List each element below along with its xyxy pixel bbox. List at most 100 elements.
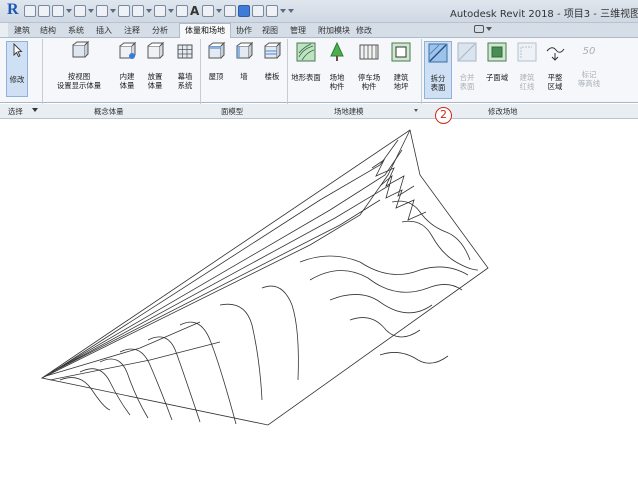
property-line-label-2: 红线 (519, 82, 535, 91)
modify-button[interactable]: 修改 (6, 41, 28, 97)
place-mass-button[interactable]: 放置 体量 (142, 41, 168, 99)
show-mass-button[interactable]: 按视图 设置显示体量 (52, 40, 106, 99)
split-surface-label-1: 拆分 (430, 74, 446, 83)
graded-region-label-2: 区域 (547, 82, 563, 91)
graded-region-label-1: 平整 (547, 73, 563, 82)
ribbon-tabs: 建筑 结构 系统 插入 注释 分析 体量和场地 协作 视图 管理 附加模块 修改 (0, 23, 638, 38)
roof-by-face-button[interactable]: 屋顶 (204, 41, 228, 99)
tab-view[interactable]: 视图 (262, 25, 278, 36)
panel-site-modeling-label: 场地建模 (334, 107, 364, 116)
wall-label: 墙 (240, 72, 248, 81)
print-icon[interactable] (118, 5, 130, 17)
tab-manage[interactable]: 管理 (290, 25, 306, 36)
floor-face-icon (264, 41, 282, 59)
toposurface-button[interactable]: 地形表面 (290, 41, 322, 99)
dimension-icon[interactable] (154, 5, 166, 17)
graded-region-button[interactable]: 平整 区域 (542, 41, 568, 99)
property-line-label-1: 建筑 (519, 73, 535, 82)
show-mass-label-1: 按视图 (67, 72, 91, 81)
contour-line (45, 321, 201, 377)
3d-view-canvas[interactable] (0, 120, 638, 483)
tag-icon[interactable] (176, 5, 188, 17)
property-line-button[interactable]: 建筑 红线 (514, 41, 540, 99)
undo-dropdown-icon[interactable] (88, 5, 94, 17)
3d-view-icon[interactable] (202, 5, 214, 17)
label-contours-label-2: 等高线 (577, 79, 601, 88)
customize-qat-icon[interactable] (288, 5, 294, 17)
place-mass-label-1: 放置 (147, 72, 163, 81)
section-icon[interactable] (224, 5, 236, 17)
save-icon[interactable] (38, 5, 50, 17)
label-contours-label-1: 标记 (581, 70, 597, 79)
curtain-grid-icon (177, 44, 193, 59)
panel-select-label[interactable]: 选择 (8, 106, 23, 117)
switch-windows-dropdown-icon[interactable] (280, 5, 286, 17)
site-settings-arrow-icon[interactable] (414, 109, 418, 112)
revit-logo-icon[interactable]: R (7, 1, 21, 19)
tab-addins[interactable]: 附加模块 (318, 25, 350, 36)
graded-region-icon (546, 47, 565, 61)
redo-dropdown-icon[interactable] (110, 5, 116, 17)
sync-dropdown-icon[interactable] (66, 5, 72, 17)
panel-toggle-icon (474, 25, 484, 33)
undo-icon[interactable] (74, 5, 86, 17)
floor-by-face-button[interactable]: 楼板 (260, 41, 284, 99)
tab-massing-site[interactable]: 体量和场地 (179, 23, 231, 38)
contour-line (79, 368, 131, 416)
parking-component-button[interactable]: 停车场 构件 (354, 41, 384, 99)
show-mass-label-2: 设置显示体量 (56, 81, 102, 90)
subregion-label: 子面域 (485, 73, 509, 82)
in-place-mass-button[interactable]: 内建 体量 (114, 41, 140, 99)
measure-dropdown-icon[interactable] (146, 5, 152, 17)
site-component-label-2: 构件 (329, 82, 345, 91)
contour-line (329, 294, 433, 314)
tab-insert[interactable]: 插入 (96, 25, 112, 36)
tab-annotate[interactable]: 注释 (124, 25, 140, 36)
tab-architecture[interactable]: 建筑 (14, 25, 30, 36)
close-hidden-icon[interactable] (252, 5, 264, 17)
in-place-mass-label-2: 体量 (119, 81, 135, 90)
contextual-tab-toggle[interactable] (474, 25, 492, 33)
split-surface-button[interactable]: 拆分 表面 (424, 41, 452, 99)
open-icon[interactable] (24, 5, 36, 17)
curtain-system-button[interactable]: 幕墙 系统 (172, 41, 198, 99)
switch-windows-icon[interactable] (266, 5, 278, 17)
tab-systems[interactable]: 系统 (68, 25, 84, 36)
merge-surfaces-button[interactable]: 合并 表面 (454, 41, 480, 99)
tab-structure[interactable]: 结构 (40, 25, 56, 36)
file-tab[interactable] (0, 23, 8, 37)
redo-icon[interactable] (96, 5, 108, 17)
3d-view-dropdown-icon[interactable] (216, 5, 222, 17)
panel-model-by-face-label: 面模型 (221, 107, 244, 116)
panel-labels: 选择 概念体量 面模型 场地建模 修改场地 (0, 104, 638, 119)
select-dropdown-icon[interactable] (32, 108, 38, 112)
contour-line (59, 377, 111, 411)
subregion-button[interactable]: 子面域 (482, 41, 512, 99)
site-component-label-1: 场地 (329, 73, 345, 82)
measure-icon[interactable] (132, 5, 144, 17)
toposurface-icon (296, 42, 316, 62)
split-surface-label-2: 表面 (430, 83, 446, 92)
dimension-dropdown-icon[interactable] (168, 5, 174, 17)
contour-line (119, 348, 173, 421)
label-contours-number: 50 (582, 46, 596, 57)
contour-line (349, 317, 421, 338)
contour-line (59, 199, 381, 369)
text-icon[interactable]: A (190, 5, 200, 17)
label-contours-button[interactable]: 50 标记 等高线 (574, 41, 604, 99)
site-component-button[interactable]: 场地 构件 (324, 41, 350, 99)
tab-analyze[interactable]: 分析 (152, 25, 168, 36)
in-place-mass-label-1: 内建 (119, 72, 135, 81)
contour-line (219, 303, 263, 401)
tab-collaborate[interactable]: 协作 (236, 25, 252, 36)
roof-label: 屋顶 (208, 72, 224, 81)
merge-surfaces-icon (457, 42, 477, 62)
wall-by-face-button[interactable]: 墙 (232, 41, 256, 99)
sync-icon[interactable] (52, 5, 64, 17)
tab-modify[interactable]: 修改 (356, 25, 372, 36)
building-pad-label-1: 建筑 (393, 73, 409, 82)
thin-lines-icon[interactable] (238, 5, 250, 17)
contour-line (401, 220, 479, 271)
building-pad-button[interactable]: 建筑 地坪 (388, 41, 414, 99)
parking-component-label-2: 构件 (361, 82, 377, 91)
